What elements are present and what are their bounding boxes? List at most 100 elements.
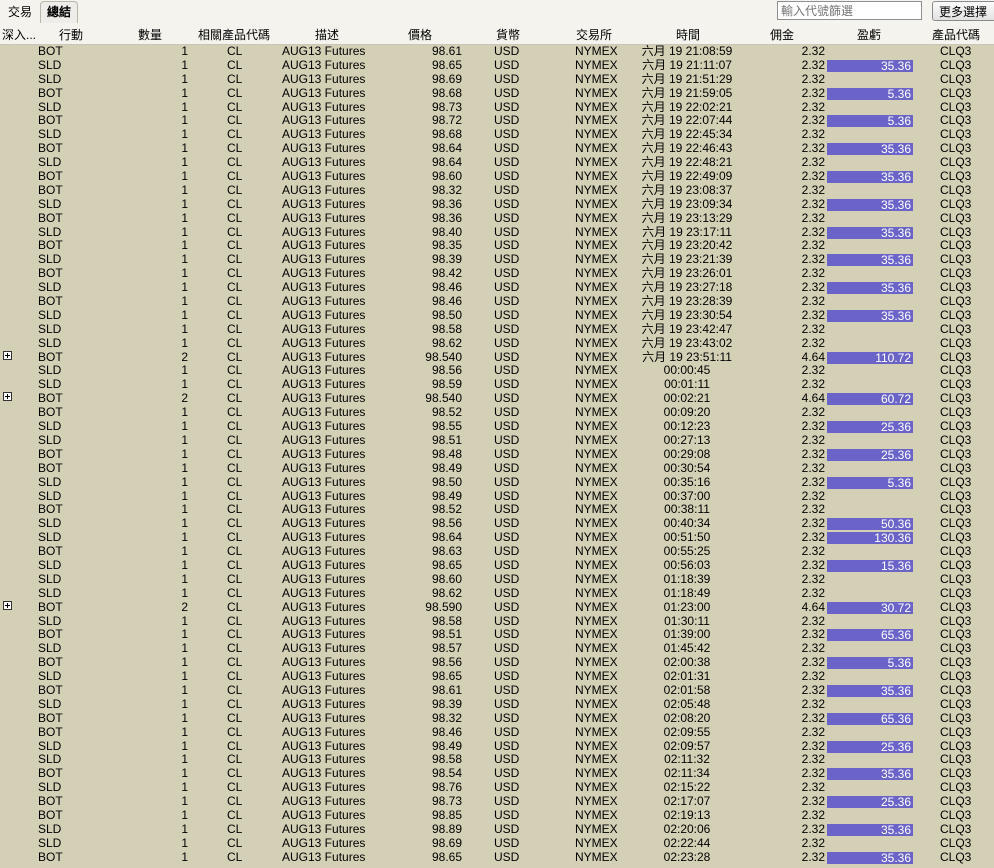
trade-pnl: 35.36 bbox=[827, 198, 913, 211]
trade-exchange: NYMEX bbox=[575, 585, 618, 600]
table-row[interactable]: SLD 1 CL AUG13 Futures 98.65 USD NYMEX 00:56:03… bbox=[0, 557, 994, 573]
table-row[interactable]: SLD 1 CL AUG13 Futures 98.58 USD NYMEX 01:30:11… bbox=[0, 614, 994, 629]
trade-description: AUG13 Futures bbox=[282, 99, 366, 114]
table-row[interactable]: SLD 1 CL AUG13 Futures 98.51 USD NYMEX 00:27:13… bbox=[0, 433, 994, 448]
table-row[interactable]: BOT 1 CL AUG13 Futures 98.63 USD NYMEX 00:55:25… bbox=[0, 544, 994, 559]
table-row[interactable]: BOT 1 CL AUG13 Futures 98.54 USD NYMEX 02:11:34… bbox=[0, 766, 994, 781]
column-header-underlying[interactable]: 相關產品代碼 bbox=[198, 26, 270, 43]
table-row[interactable]: BOT 1 CL AUG13 Futures 98.56 USD NYMEX 02:00:38… bbox=[0, 655, 994, 670]
table-row[interactable]: BOT 2 CL AUG13 Futures 98.540 USD NYMEX 六月 19 2… bbox=[0, 350, 994, 365]
table-row[interactable]: BOT 1 CL AUG13 Futures 98.61 USD NYMEX 02:01:58… bbox=[0, 683, 994, 698]
table-row[interactable]: SLD 1 CL AUG13 Futures 98.50 USD NYMEX 00:35:16… bbox=[0, 475, 994, 490]
trade-underlying: CL bbox=[227, 738, 243, 753]
tab-summary[interactable]: 總結 bbox=[40, 1, 79, 23]
trade-underlying: CL bbox=[227, 224, 243, 239]
table-row[interactable]: SLD 1 CL AUG13 Futures 98.69 USD NYMEX 02:22:44… bbox=[0, 836, 994, 851]
table-row[interactable]: SLD 1 CL AUG13 Futures 98.89 USD NYMEX 02:20:06… bbox=[0, 822, 994, 837]
trade-pnl: 35.36 bbox=[827, 684, 913, 697]
expand-plus-icon[interactable] bbox=[3, 392, 12, 402]
table-row[interactable]: BOT 1 CL AUG13 Futures 98.49 USD NYMEX 00:30:54… bbox=[0, 461, 994, 476]
table-row[interactable]: BOT 1 CL AUG13 Futures 98.72 USD NYMEX 六月 19 22… bbox=[0, 114, 994, 128]
table-row[interactable]: SLD 1 CL AUG13 Futures 98.68 USD NYMEX 六月 19 22… bbox=[0, 127, 994, 142]
table-row[interactable]: SLD 1 CL AUG13 Futures 98.69 USD NYMEX 六月 19 21… bbox=[0, 72, 994, 87]
table-row[interactable]: SLD 1 CL AUG13 Futures 98.56 USD NYMEX 00:40:34… bbox=[0, 516, 994, 531]
table-row[interactable]: BOT 1 CL AUG13 Futures 98.51 USD NYMEX 01:39:00… bbox=[0, 628, 994, 642]
table-row[interactable]: BOT 1 CL AUG13 Futures 98.46 USD NYMEX 六月 19 23… bbox=[0, 294, 994, 309]
column-header-time[interactable]: 時間 bbox=[676, 26, 700, 43]
table-row[interactable]: SLD 1 CL AUG13 Futures 98.65 USD NYMEX 02:01:31… bbox=[0, 669, 994, 684]
table-row[interactable]: SLD 1 CL AUG13 Futures 98.39 USD NYMEX 02:05:48… bbox=[0, 696, 994, 712]
column-header-action[interactable]: 行動 bbox=[59, 26, 83, 43]
table-row[interactable]: BOT 2 CL AUG13 Futures 98.540 USD NYMEX 00:02:2… bbox=[0, 391, 994, 406]
expand-plus-icon[interactable] bbox=[3, 350, 12, 360]
trade-commission: 2.32 bbox=[801, 113, 825, 128]
table-row[interactable]: BOT 1 CL AUG13 Futures 98.52 USD NYMEX 00:38:11… bbox=[0, 502, 994, 517]
trade-action: BOT bbox=[38, 294, 63, 309]
table-row[interactable]: BOT 1 CL AUG13 Futures 98.52 USD NYMEX 00:09:20… bbox=[0, 405, 994, 420]
table-row[interactable]: SLD 1 CL AUG13 Futures 98.59 USD NYMEX 00:01:11… bbox=[0, 377, 994, 392]
table-row[interactable]: SLD 1 CL AUG13 Futures 98.62 USD NYMEX 01:18:49… bbox=[0, 585, 994, 601]
expand-plus-icon[interactable] bbox=[3, 600, 12, 610]
column-header-drill[interactable]: 深入... bbox=[2, 26, 36, 43]
column-header-symbol[interactable]: 產品代碼 bbox=[932, 26, 980, 43]
table-row[interactable]: SLD 1 CL AUG13 Futures 98.58 USD NYMEX 六月 19 23… bbox=[0, 322, 994, 337]
table-row[interactable]: SLD 1 CL AUG13 Futures 98.73 USD NYMEX 六月 19 22… bbox=[0, 99, 994, 115]
trade-time: 六月 19 23:28:39 bbox=[641, 294, 733, 309]
table-row[interactable]: SLD 1 CL AUG13 Futures 98.65 USD NYMEX 六月 19 21… bbox=[0, 58, 994, 73]
table-row[interactable]: BOT 1 CL AUG13 Futures 98.68 USD NYMEX 六月 19 21… bbox=[0, 86, 994, 101]
table-row[interactable]: SLD 1 CL AUG13 Futures 98.55 USD NYMEX 00:12:23… bbox=[0, 419, 994, 434]
column-header-quantity[interactable]: 數量 bbox=[138, 26, 162, 43]
trade-symbol: CLQ3 bbox=[940, 557, 972, 572]
table-row[interactable]: BOT 1 CL AUG13 Futures 98.35 USD NYMEX 六月 19 23… bbox=[0, 239, 994, 253]
trade-price: 98.59 bbox=[431, 377, 462, 392]
trade-underlying: CL bbox=[227, 724, 243, 739]
table-row[interactable]: BOT 1 CL AUG13 Futures 98.32 USD NYMEX 02:08:20… bbox=[0, 711, 994, 726]
tab-trades[interactable]: 交易 bbox=[2, 2, 38, 22]
symbol-filter-input[interactable] bbox=[777, 1, 922, 20]
table-row[interactable]: SLD 1 CL AUG13 Futures 98.58 USD NYMEX 02:11:32… bbox=[0, 753, 994, 767]
column-header-pnl[interactable]: 盈虧 bbox=[857, 26, 881, 43]
table-row[interactable]: SLD 1 CL AUG13 Futures 98.76 USD NYMEX 02:15:22… bbox=[0, 780, 994, 795]
trade-time: 01:39:00 bbox=[663, 627, 711, 642]
table-row[interactable]: BOT 1 CL AUG13 Futures 98.60 USD NYMEX 六月 19 22… bbox=[0, 169, 994, 184]
column-header-description[interactable]: 描述 bbox=[315, 26, 339, 43]
table-row[interactable]: SLD 1 CL AUG13 Futures 98.39 USD NYMEX 六月 19 23… bbox=[0, 252, 994, 267]
table-row[interactable]: SLD 1 CL AUG13 Futures 98.40 USD NYMEX 六月 19 23… bbox=[0, 224, 994, 240]
table-row[interactable]: BOT 1 CL AUG13 Futures 98.73 USD NYMEX 02:17:07… bbox=[0, 794, 994, 809]
trade-exchange: NYMEX bbox=[575, 446, 618, 461]
table-row[interactable]: BOT 1 CL AUG13 Futures 98.32 USD NYMEX 六月 19 23… bbox=[0, 182, 994, 198]
table-row[interactable]: SLD 1 CL AUG13 Futures 98.46 USD NYMEX 六月 19 23… bbox=[0, 280, 994, 295]
column-header-commission[interactable]: 佣金 bbox=[770, 26, 794, 43]
table-row[interactable]: SLD 1 CL AUG13 Futures 98.56 USD NYMEX 00:00:45… bbox=[0, 364, 994, 378]
table-row[interactable]: BOT 1 CL AUG13 Futures 98.36 USD NYMEX 六月 19 23… bbox=[0, 211, 994, 226]
table-row[interactable]: SLD 1 CL AUG13 Futures 98.62 USD NYMEX 六月 19 23… bbox=[0, 336, 994, 351]
table-row[interactable]: BOT 1 CL AUG13 Futures 98.64 USD NYMEX 六月 19 22… bbox=[0, 141, 994, 156]
trade-action: SLD bbox=[38, 516, 62, 531]
table-row[interactable]: SLD 1 CL AUG13 Futures 98.64 USD NYMEX 00:51:50… bbox=[0, 530, 994, 545]
column-header-exchange[interactable]: 交易所 bbox=[576, 26, 612, 43]
table-row[interactable]: SLD 1 CL AUG13 Futures 98.49 USD NYMEX 02:09:57… bbox=[0, 738, 994, 754]
trade-pnl: 60.72 bbox=[827, 393, 913, 406]
trade-pnl: 110.72 bbox=[827, 351, 913, 364]
table-row[interactable]: SLD 1 CL AUG13 Futures 98.64 USD NYMEX 六月 19 22… bbox=[0, 155, 994, 170]
table-row[interactable]: BOT 1 CL AUG13 Futures 98.65 USD NYMEX 02:23:28… bbox=[0, 850, 994, 865]
table-row[interactable]: SLD 1 CL AUG13 Futures 98.60 USD NYMEX 01:18:39… bbox=[0, 572, 994, 587]
table-row[interactable]: SLD 1 CL AUG13 Futures 98.36 USD NYMEX 六月 19 23… bbox=[0, 197, 994, 212]
more-options-button[interactable]: 更多選擇 bbox=[932, 1, 994, 21]
table-row[interactable]: BOT 2 CL AUG13 Futures 98.590 USD NYMEX 01:23:0… bbox=[0, 600, 994, 615]
table-row[interactable]: BOT 1 CL AUG13 Futures 98.46 USD NYMEX 02:09:55… bbox=[0, 724, 994, 740]
trade-price: 98.32 bbox=[431, 182, 462, 197]
trade-symbol: CLQ3 bbox=[940, 182, 972, 197]
table-row[interactable]: BOT 1 CL AUG13 Futures 98.61 USD NYMEX 六月 19 21… bbox=[0, 44, 994, 59]
table-row[interactable]: SLD 1 CL AUG13 Futures 98.50 USD NYMEX 六月 19 23… bbox=[0, 308, 994, 323]
table-row[interactable]: SLD 1 CL AUG13 Futures 98.49 USD NYMEX 00:37:00… bbox=[0, 489, 994, 504]
trade-underlying: CL bbox=[227, 363, 243, 378]
table-row[interactable]: BOT 1 CL AUG13 Futures 98.42 USD NYMEX 六月 19 23… bbox=[0, 266, 994, 281]
table-row[interactable]: BOT 1 CL AUG13 Futures 98.85 USD NYMEX 02:19:13… bbox=[0, 808, 994, 823]
column-header-currency[interactable]: 貨幣 bbox=[496, 26, 520, 43]
trade-exchange: NYMEX bbox=[575, 238, 618, 253]
column-header-price[interactable]: 價格 bbox=[408, 26, 432, 43]
table-row[interactable]: BOT 1 CL AUG13 Futures 98.48 USD NYMEX 00:29:08… bbox=[0, 446, 994, 462]
trade-action: SLD bbox=[38, 696, 62, 711]
table-row[interactable]: SLD 1 CL AUG13 Futures 98.57 USD NYMEX 01:45:42… bbox=[0, 641, 994, 656]
